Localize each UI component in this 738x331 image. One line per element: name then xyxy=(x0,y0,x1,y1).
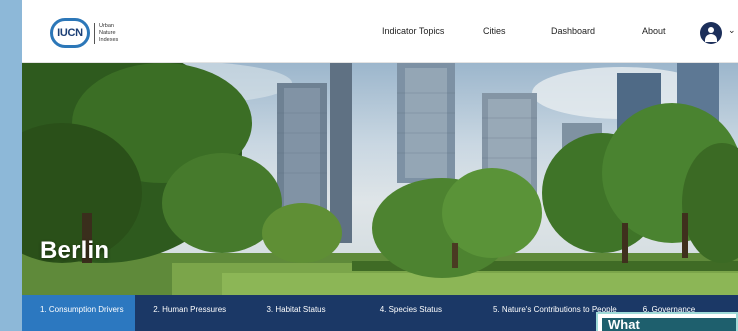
info-popup: What xyxy=(596,312,738,331)
page: IUCN Urban Nature Indexes Indicator Topi… xyxy=(22,0,738,331)
city-title: Berlin xyxy=(40,237,110,264)
logo-line-3: Indexes xyxy=(99,36,119,43)
city-park-image xyxy=(22,63,738,295)
iucn-logo[interactable]: IUCN Urban Nature Indexes xyxy=(50,18,118,48)
logo-mark: IUCN xyxy=(50,18,90,48)
logo-line-2: Nature xyxy=(99,29,116,36)
tab-consumption-drivers[interactable]: 1. Consumption Drivers xyxy=(22,295,136,331)
logo-line-1: Urban xyxy=(99,22,114,29)
site-header: IUCN Urban Nature Indexes Indicator Topi… xyxy=(22,0,738,63)
user-icon[interactable] xyxy=(700,22,722,44)
user-icon-body xyxy=(705,34,717,42)
chevron-down-icon[interactable]: ⌄ xyxy=(728,25,736,36)
tab-human-pressures[interactable]: 2. Human Pressures xyxy=(135,295,248,331)
nav-about[interactable]: About xyxy=(642,26,666,36)
logo-mark-text: IUCN xyxy=(57,27,83,39)
logo-wordmark: Urban Nature Indexes xyxy=(94,22,119,44)
nav-indicator-topics[interactable]: Indicator Topics xyxy=(382,26,444,36)
popup-title: What xyxy=(602,318,736,331)
tab-habitat-status[interactable]: 3. Habitat Status xyxy=(248,295,361,331)
user-icon-head xyxy=(708,27,714,33)
nav-dashboard[interactable]: Dashboard xyxy=(551,26,595,36)
nav-cities[interactable]: Cities xyxy=(483,26,506,36)
tab-species-status[interactable]: 4. Species Status xyxy=(362,295,475,331)
hero-banner: Berlin xyxy=(22,63,738,295)
